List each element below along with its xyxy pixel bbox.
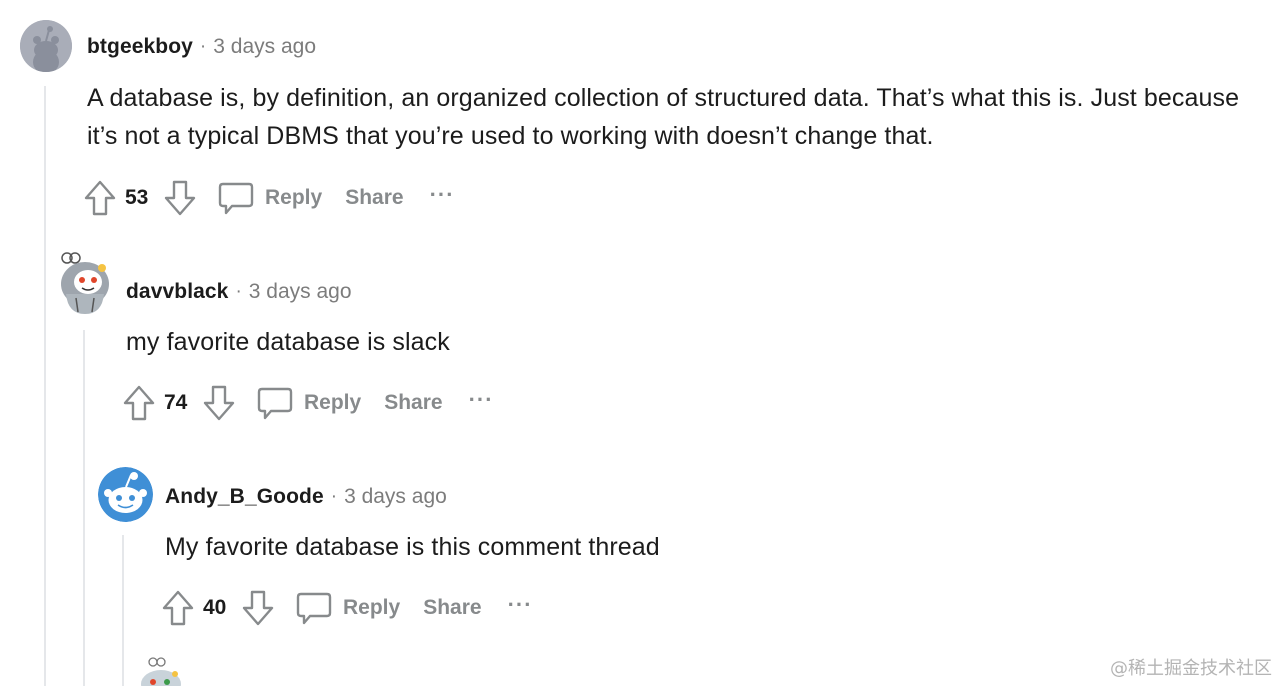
upvote-button[interactable] xyxy=(81,178,119,218)
share-button[interactable]: Share xyxy=(384,391,442,415)
comment-body: My favorite database is this comment thr… xyxy=(165,533,660,561)
reply-button[interactable]: Reply xyxy=(295,589,400,627)
upvote-arrow-icon xyxy=(84,180,116,216)
avatar[interactable] xyxy=(58,250,113,316)
comment-bubble-icon xyxy=(296,592,332,625)
more-options-button[interactable]: ··· xyxy=(430,175,455,215)
thread-line-level-1[interactable] xyxy=(44,86,46,686)
share-label: Share xyxy=(384,391,443,414)
author-name[interactable]: davvblack xyxy=(126,280,228,304)
comment-bubble-icon xyxy=(257,387,293,420)
timestamp[interactable]: 3 days ago xyxy=(213,35,316,59)
downvote-button[interactable] xyxy=(161,178,199,218)
more-dots-icon: ··· xyxy=(507,592,533,617)
comment-header: davvblack · 3 days ago xyxy=(126,277,352,307)
author-name[interactable]: Andy_B_Goode xyxy=(165,485,324,509)
reply-label: Reply xyxy=(304,391,362,414)
snoo-avatar-icon xyxy=(61,252,109,314)
vote-score: 53 xyxy=(125,186,149,209)
avatar[interactable] xyxy=(20,20,72,72)
avatar[interactable] xyxy=(98,467,153,522)
more-options-button[interactable]: ··· xyxy=(508,585,533,625)
thread-line-level-3[interactable] xyxy=(122,535,124,686)
vote-score: 40 xyxy=(203,596,227,619)
vote-score: 74 xyxy=(164,391,188,414)
comment-header: Andy_B_Goode · 3 days ago xyxy=(165,482,447,512)
comment-actions: 74 Reply Share ··· xyxy=(120,383,494,423)
timestamp[interactable]: 3 days ago xyxy=(344,485,447,509)
snoo-avatar-icon xyxy=(141,657,181,686)
downvote-arrow-icon xyxy=(203,385,235,421)
snoo-avatar-icon xyxy=(20,20,72,72)
downvote-button[interactable] xyxy=(200,383,238,423)
comment-actions: 40 Reply Share ··· xyxy=(159,588,533,628)
comment-bubble-icon xyxy=(218,182,254,215)
downvote-arrow-icon xyxy=(242,590,274,626)
share-label: Share xyxy=(423,596,482,619)
reply-label: Reply xyxy=(343,596,401,619)
share-button[interactable]: Share xyxy=(423,596,481,620)
comment-body: A database is, by definition, an organiz… xyxy=(87,84,1240,150)
separator-dot: · xyxy=(235,281,242,302)
timestamp[interactable]: 3 days ago xyxy=(249,280,352,304)
more-dots-icon: ··· xyxy=(468,387,494,412)
comment-actions: 53 Reply Share ··· xyxy=(81,178,455,218)
reply-button[interactable]: Reply xyxy=(217,179,322,217)
separator-dot: · xyxy=(330,486,338,507)
reply-button[interactable]: Reply xyxy=(256,384,361,422)
thread-line-level-2[interactable] xyxy=(83,330,85,686)
comment-header: btgeekboy · 3 days ago xyxy=(87,32,316,62)
more-dots-icon: ··· xyxy=(429,182,455,207)
reply-label: Reply xyxy=(265,186,323,209)
share-label: Share xyxy=(345,186,404,209)
separator-dot: · xyxy=(199,36,207,57)
upvote-button[interactable] xyxy=(120,383,158,423)
snoo-avatar-icon xyxy=(98,467,153,522)
comment-body: my favorite database is slack xyxy=(126,328,450,356)
author-name[interactable]: btgeekboy xyxy=(87,35,193,59)
comment-thread: btgeekboy · 3 days ago A database is, by… xyxy=(0,0,1280,686)
downvote-button[interactable] xyxy=(239,588,277,628)
upvote-arrow-icon xyxy=(162,590,194,626)
watermark-text: @稀土掘金技术社区 xyxy=(1110,658,1272,679)
more-options-button[interactable]: ··· xyxy=(469,380,494,420)
share-button[interactable]: Share xyxy=(345,186,403,210)
avatar[interactable] xyxy=(137,656,187,686)
upvote-arrow-icon xyxy=(123,385,155,421)
downvote-arrow-icon xyxy=(164,180,196,216)
upvote-button[interactable] xyxy=(159,588,197,628)
